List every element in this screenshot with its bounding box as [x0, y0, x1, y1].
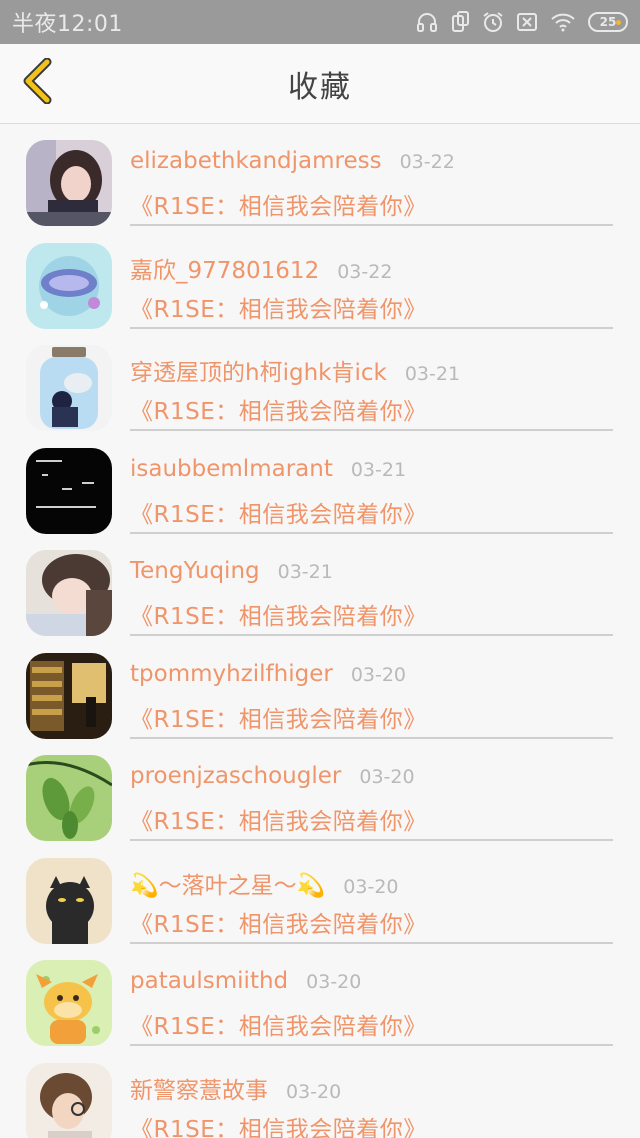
- item-body: 新警察薏故事 03-20 《R1SE：相信我会陪着你》: [130, 1061, 613, 1138]
- nav-bar: 收藏: [0, 44, 640, 124]
- item-date: 03-21: [277, 561, 333, 583]
- list-item[interactable]: pataulsmiithd 03-20 《R1SE：相信我会陪着你》: [0, 944, 640, 1047]
- user-name[interactable]: 穿透屋顶的h柯ighk肯ick: [130, 353, 387, 387]
- user-name[interactable]: 新警察薏故事: [130, 1071, 268, 1105]
- item-date: 03-21: [350, 458, 407, 481]
- item-title[interactable]: 《R1SE：相信我会陪着你》: [130, 392, 427, 426]
- item-title[interactable]: 《R1SE：相信我会陪着你》: [130, 1007, 427, 1041]
- item-body: pataulsmiithd 03-20 《R1SE：相信我会陪着你》: [130, 958, 613, 1046]
- user-name[interactable]: 嘉欣_977801612: [130, 251, 319, 285]
- item-title[interactable]: 《R1SE：相信我会陪着你》: [130, 187, 427, 221]
- battery-indicator: 25: [588, 12, 628, 32]
- item-title[interactable]: 《R1SE：相信我会陪着你》: [130, 700, 427, 734]
- avatar[interactable]: [26, 550, 112, 636]
- user-name[interactable]: proenjzaschougler: [130, 763, 341, 789]
- item-body: 嘉欣_977801612 03-22 《R1SE：相信我会陪着你》: [130, 241, 613, 329]
- favorites-list: elizabethkandjamress 03-22 《R1SE：相信我会陪着你…: [0, 124, 640, 1138]
- avatar[interactable]: [26, 140, 112, 226]
- user-name[interactable]: elizabethkandjamress: [130, 148, 382, 174]
- list-item[interactable]: elizabethkandjamress 03-22 《R1SE：相信我会陪着你…: [0, 124, 640, 227]
- avatar[interactable]: [26, 242, 112, 329]
- page-title: 收藏: [288, 70, 352, 105]
- status-bar: 半夜12:01 25: [0, 0, 640, 44]
- list-item[interactable]: isaubbemlmarant 03-21 《R1SE：相信我会陪着你》: [0, 432, 640, 535]
- item-title[interactable]: 《R1SE：相信我会陪着你》: [130, 905, 427, 939]
- item-date: 03-21: [404, 363, 461, 385]
- avatar[interactable]: [26, 1062, 112, 1138]
- avatar[interactable]: [26, 652, 112, 739]
- item-body: 💫～落叶之星～💫 03-20 《R1SE：相信我会陪着你》: [130, 856, 613, 944]
- list-item[interactable]: 穿透屋顶的h柯ighk肯ick 03-21 《R1SE：相信我会陪着你》: [0, 329, 640, 432]
- item-date: 03-22: [337, 260, 393, 283]
- item-title[interactable]: 《R1SE：相信我会陪着你》: [130, 1110, 427, 1138]
- list-item[interactable]: 💫～落叶之星～💫 03-20 《R1SE：相信我会陪着你》: [0, 842, 640, 945]
- list-item[interactable]: TengYuqing 03-21 《R1SE：相信我会陪着你》: [0, 534, 640, 637]
- item-body: elizabethkandjamress 03-22 《R1SE：相信我会陪着你…: [130, 138, 613, 226]
- item-date: 03-22: [399, 151, 455, 173]
- item-title[interactable]: 《R1SE：相信我会陪着你》: [130, 802, 427, 836]
- sim-off-icon: [516, 12, 538, 32]
- user-name[interactable]: TengYuqing: [130, 558, 260, 584]
- item-title[interactable]: 《R1SE：相信我会陪着你》: [130, 597, 427, 631]
- item-title[interactable]: 《R1SE：相信我会陪着你》: [130, 495, 427, 529]
- list-item[interactable]: tpommyhzilfhiger 03-20 《R1SE：相信我会陪着你》: [0, 637, 640, 740]
- list-item[interactable]: proenjzaschougler 03-20 《R1SE：相信我会陪着你》: [0, 739, 640, 842]
- wifi-icon: [550, 12, 576, 32]
- user-name[interactable]: pataulsmiithd: [130, 968, 288, 994]
- avatar[interactable]: [26, 960, 112, 1046]
- avatar[interactable]: [26, 857, 112, 944]
- list-item[interactable]: 新警察薏故事 03-20 《R1SE：相信我会陪着你》: [0, 1047, 640, 1138]
- item-date: 03-20: [350, 663, 407, 686]
- alarm-icon: [482, 11, 504, 33]
- user-name[interactable]: 💫～落叶之星～💫: [130, 866, 325, 900]
- item-body: TengYuqing 03-21 《R1SE：相信我会陪着你》: [130, 548, 613, 636]
- item-date: 03-20: [359, 766, 415, 788]
- user-name[interactable]: tpommyhzilfhiger: [130, 661, 333, 687]
- avatar[interactable]: [26, 345, 112, 431]
- status-time: 半夜12:01: [12, 12, 123, 37]
- chevron-left-icon: [19, 57, 55, 108]
- item-body: proenjzaschougler 03-20 《R1SE：相信我会陪着你》: [130, 753, 613, 841]
- list-item[interactable]: 嘉欣_977801612 03-22 《R1SE：相信我会陪着你》: [0, 227, 640, 330]
- headphones-icon: [416, 12, 438, 32]
- avatar[interactable]: [26, 447, 112, 534]
- item-title[interactable]: 《R1SE：相信我会陪着你》: [130, 290, 427, 324]
- item-date: 03-20: [306, 971, 362, 993]
- status-icons: 25: [416, 11, 628, 33]
- item-date: 03-20: [286, 1080, 342, 1103]
- item-body: isaubbemlmarant 03-21 《R1SE：相信我会陪着你》: [130, 446, 613, 534]
- item-body: tpommyhzilfhiger 03-20 《R1SE：相信我会陪着你》: [130, 651, 613, 739]
- back-button[interactable]: [12, 57, 62, 108]
- avatar[interactable]: [26, 755, 112, 841]
- screen-rotate-icon: [450, 11, 470, 33]
- user-name[interactable]: isaubbemlmarant: [130, 456, 333, 482]
- item-date: 03-20: [343, 875, 399, 898]
- item-body: 穿透屋顶的h柯ighk肯ick 03-21 《R1SE：相信我会陪着你》: [130, 343, 613, 431]
